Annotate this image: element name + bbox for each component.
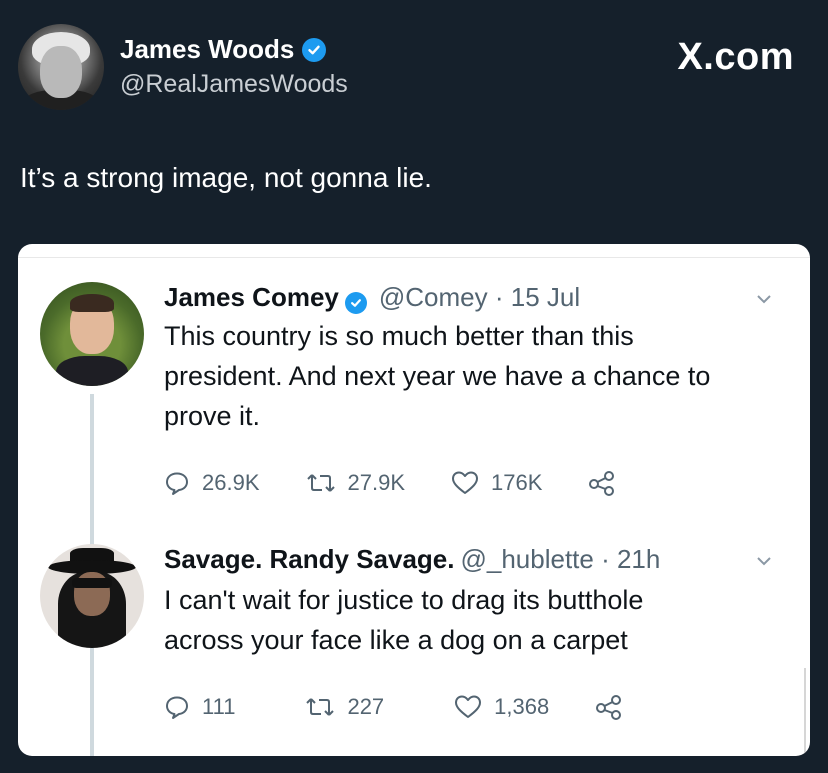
share-button[interactable] [595,694,635,720]
reply-button[interactable]: 111 [164,694,235,720]
tweet-actions: 26.9K 27.9K 176K [164,470,628,496]
reply-count: 111 [202,694,236,719]
retweet-icon [306,474,335,492]
embedded-author-name[interactable]: Savage. Randy Savage. [164,544,454,575]
embedded-handle-date: @Comey · 15 Jul [378,282,581,312]
author-handle[interactable]: @RealJamesWoods [120,70,348,99]
reply-count: 26.9K [202,470,260,495]
share-icon [596,695,622,720]
share-icon [589,471,615,496]
chevron-down-icon[interactable] [756,550,772,571]
embedded-tweet-header: Savage. Randy Savage. @_hublette · 21h [164,544,660,575]
like-icon [455,695,482,718]
verified-badge-icon [344,292,367,314]
reply-button[interactable]: 26.9K [164,470,260,496]
x-com-watermark: X.com [677,36,794,78]
avatar[interactable] [40,544,144,648]
avatar[interactable] [40,282,144,386]
tweet-header: James Woods @RealJamesWoods X.com [18,24,808,110]
retweet-button[interactable]: 227 [305,694,384,720]
divider [18,244,810,258]
embedded-handle-date: @_hublette · 21h [460,544,661,574]
like-count: 176K [491,470,543,495]
like-button[interactable]: 176K [451,470,542,496]
scroll-edge [804,668,810,756]
reply-icon [166,696,188,719]
avatar[interactable] [18,24,104,110]
tweet-text: It’s a strong image, not gonna lie. [20,162,432,193]
author-display-name[interactable]: James Woods [120,34,294,65]
retweet-icon [306,698,335,716]
like-icon [452,471,478,494]
reply-icon [166,472,188,495]
embedded-tweet-text: This country is so much better than this… [164,321,711,431]
retweet-count: 27.9K [347,470,406,495]
like-count: 1,368 [494,694,550,719]
share-button[interactable] [588,470,628,496]
like-button[interactable]: 1,368 [454,694,549,720]
retweet-button[interactable]: 27.9K [306,470,406,496]
tweet-actions: 111 227 1,368 [164,694,635,720]
embedded-author-name[interactable]: James Comey [164,282,339,313]
embedded-tweet-header: James Comey @Comey · 15 Jul [164,282,581,314]
verified-badge-icon [302,37,327,62]
retweet-count: 227 [347,694,385,719]
author-name-row: James Woods [120,34,327,65]
embedded-image-card[interactable]: James Comey @Comey · 15 Jul This country… [18,244,810,756]
chevron-down-icon[interactable] [756,288,772,309]
embedded-tweet-text: I can't wait for justice to drag its but… [164,585,644,655]
